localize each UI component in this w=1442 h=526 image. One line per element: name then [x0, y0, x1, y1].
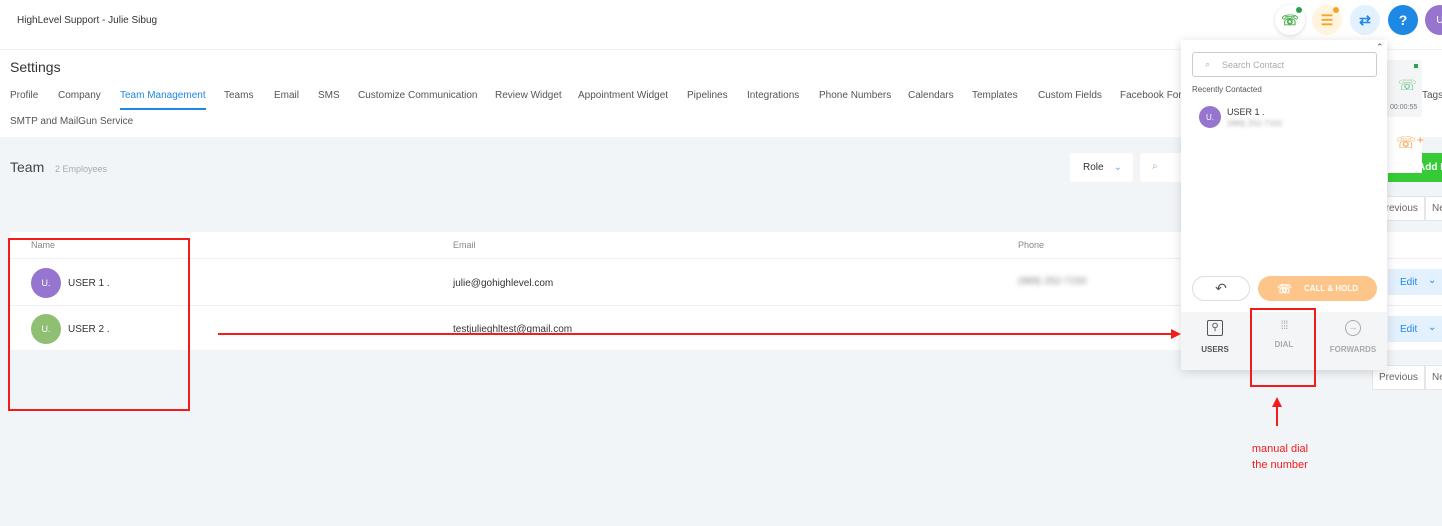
- tab-templates[interactable]: Templates: [972, 90, 1018, 101]
- tab-customize-communication[interactable]: Customize Communication: [358, 90, 478, 101]
- annotation-box-dial: [1250, 308, 1316, 387]
- call-timer: 00:00:55: [1390, 104, 1418, 111]
- tab-sms[interactable]: SMS: [318, 90, 340, 101]
- location-title: HighLevel Support - Julie Sibug: [17, 15, 158, 26]
- back-button[interactable]: ↶: [1192, 276, 1250, 301]
- tab-appointment-widget[interactable]: Appointment Widget: [578, 90, 668, 101]
- contact-phone: (989) 252-7150: [1227, 119, 1282, 128]
- edit-button[interactable]: Edit: [1388, 316, 1424, 342]
- tab-custom-fields[interactable]: Custom Fields: [1038, 90, 1102, 101]
- annotation-box-users: [8, 238, 190, 411]
- active-call-widget[interactable]: ☏ 00:00:55: [1387, 60, 1422, 117]
- edit-button[interactable]: Edit: [1388, 269, 1424, 295]
- call-hold-label: CALL & HOLD: [1303, 284, 1359, 293]
- chevron-down-icon: ⌄: [1113, 162, 1122, 173]
- recent-contact[interactable]: U. USER 1 . (989) 252-7150: [1199, 106, 1369, 132]
- tab-phone-numbers[interactable]: Phone Numbers: [819, 90, 891, 101]
- role-dropdown[interactable]: Role ⌄: [1070, 153, 1133, 182]
- chevron-down-icon[interactable]: ⌄: [1424, 316, 1442, 342]
- tab-email[interactable]: Email: [274, 90, 299, 101]
- task-list-icon[interactable]: ☰: [1312, 5, 1342, 35]
- chevron-down-icon[interactable]: ⌄: [1424, 269, 1442, 295]
- phone-dialer-icon[interactable]: ☏: [1275, 5, 1305, 35]
- annotation-arrow: [218, 333, 1173, 335]
- search-placeholder: Search Contact: [1222, 59, 1285, 70]
- avatar: U.: [1199, 106, 1221, 128]
- user-avatar[interactable]: U: [1425, 5, 1442, 35]
- search-icon: ⌕: [1152, 161, 1158, 172]
- tab-profile[interactable]: Profile: [10, 90, 38, 101]
- next-button[interactable]: Next: [1425, 365, 1442, 390]
- arrow-head: [1272, 397, 1282, 407]
- phone-icon: ☏: [1398, 77, 1417, 94]
- tab-company[interactable]: Company: [58, 90, 101, 101]
- add-call-icon: ☏⁺: [1396, 135, 1425, 152]
- nav-forwards[interactable]: → FORWARDS: [1319, 312, 1387, 370]
- arrow-head: [1171, 329, 1181, 339]
- annotation-arrow-up: [1276, 406, 1278, 426]
- nav-forwards-label: FORWARDS: [1329, 345, 1377, 354]
- search-contact-input[interactable]: ⌕ Search Contact: [1192, 52, 1377, 77]
- search-icon: ⌕: [1205, 59, 1211, 69]
- status-dot: [1414, 64, 1418, 68]
- user-phone: (989) 252-7150: [1018, 276, 1087, 287]
- tab-pipelines[interactable]: Pipelines: [687, 90, 728, 101]
- tab-review-widget[interactable]: Review Widget: [495, 90, 562, 101]
- next-button[interactable]: Next: [1425, 196, 1442, 221]
- tab-team-management[interactable]: Team Management: [120, 90, 206, 110]
- role-label: Role: [1083, 162, 1104, 173]
- user-email: julie@gohighlevel.com: [453, 278, 554, 289]
- call-hold-icon: ☏: [1276, 281, 1292, 296]
- tab-calendars[interactable]: Calendars: [908, 90, 954, 101]
- help-icon[interactable]: ?: [1388, 5, 1418, 35]
- forward-icon: →: [1345, 320, 1361, 336]
- team-title: Team: [10, 159, 45, 175]
- nav-users[interactable]: ⚲ USERS: [1181, 312, 1249, 370]
- nav-users-label: USERS: [1201, 345, 1229, 354]
- contact-name: USER 1 .: [1227, 107, 1265, 117]
- column-email: Email: [453, 240, 476, 250]
- call-hold-button[interactable]: ☏ CALL & HOLD: [1258, 276, 1377, 301]
- add-call-button[interactable]: ☏⁺: [1387, 119, 1425, 173]
- user-icon: ⚲: [1207, 320, 1223, 336]
- recently-contacted-label: Recently Contacted: [1192, 85, 1262, 94]
- tab-tags[interactable]: Tags: [1422, 90, 1442, 101]
- tab-smtp-mailgun[interactable]: SMTP and MailGun Service: [10, 116, 133, 127]
- annotation-line-2: the number: [1252, 459, 1308, 471]
- tab-integrations[interactable]: Integrations: [747, 90, 799, 101]
- page-title: Settings: [10, 59, 61, 75]
- column-phone: Phone: [1018, 240, 1045, 250]
- switch-icon[interactable]: ⇄: [1350, 5, 1380, 35]
- annotation-text: manual dial the number: [1230, 441, 1330, 473]
- tab-teams[interactable]: Teams: [224, 90, 253, 101]
- undo-arrow-icon: ↶: [1215, 280, 1227, 296]
- collapse-icon[interactable]: ⌃: [1376, 42, 1384, 53]
- tab-facebook-form[interactable]: Facebook Form: [1120, 90, 1190, 101]
- annotation-line-1: manual dial: [1251, 443, 1309, 455]
- employee-count: 2 Employees: [55, 164, 108, 174]
